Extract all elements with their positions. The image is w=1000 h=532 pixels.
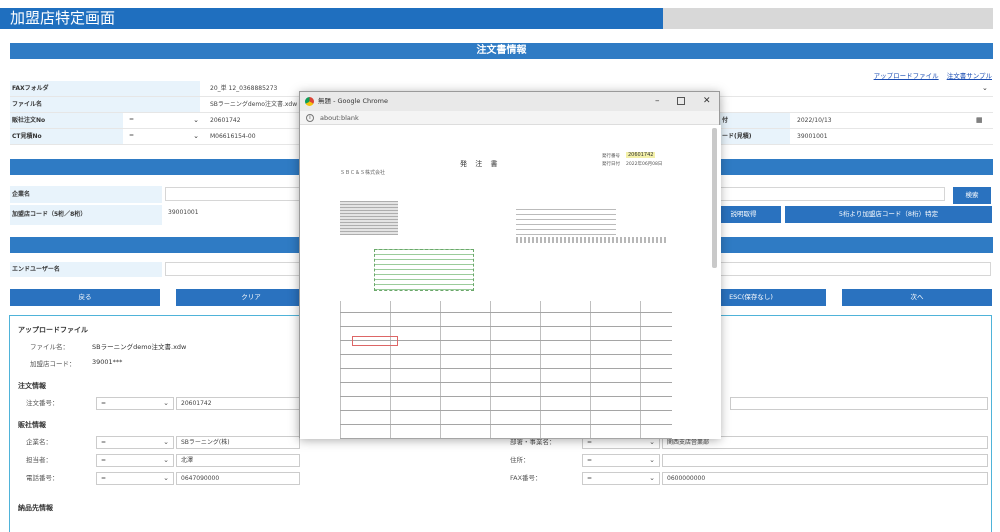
panel-address-input[interactable] xyxy=(662,454,988,467)
fax-document-view: 発 注 書 ＳＢＣ＆Ｓ株式会社 発行番号 20601742 発行日付 2022年… xyxy=(300,125,721,439)
order-info-heading: 注文情報 xyxy=(18,382,46,390)
chevron-down-icon: ⌄ xyxy=(193,116,199,124)
back-button[interactable]: 戻る xyxy=(10,289,160,306)
store-code-label: 加盟店コード（5桁／8桁） xyxy=(10,205,162,225)
stamp-block xyxy=(340,201,398,235)
panel-file-name-value: SBラーニングdemo注文書.xdw xyxy=(92,343,187,351)
code-value: 39001001 xyxy=(797,133,828,140)
identify-store-code-button[interactable]: 5桁より加盟店コード（8桁）特定 xyxy=(785,206,992,223)
panel-order-no-label: 注文番号： xyxy=(26,399,59,407)
top-links: アップロードファイル 注文書サンプル xyxy=(868,70,992,80)
panel-company-operator[interactable]: = ⌄ xyxy=(96,436,174,449)
panel-address-operator-value: = xyxy=(587,457,593,464)
panel-fax-operator-value: = xyxy=(587,475,593,482)
doc-date-label: 発行日付 xyxy=(602,162,620,167)
panel-address-label: 住所： xyxy=(510,456,530,464)
chrome-logo-icon xyxy=(305,97,314,106)
text-line-block xyxy=(516,237,666,243)
chevron-down-icon: ⌄ xyxy=(163,438,169,446)
panel-company-operator-value: = xyxy=(101,439,107,446)
panel-order-no-input[interactable]: 20601742 xyxy=(176,397,300,410)
panel-address-operator[interactable]: = ⌄ xyxy=(582,454,660,467)
fax-folder-value: 20_単 12_0368885273 xyxy=(210,85,278,92)
order-no-label: 販社注文No xyxy=(10,113,123,128)
info-icon[interactable]: i xyxy=(306,114,314,122)
delivery-info-heading: 納品先情報 xyxy=(18,504,53,512)
next-button[interactable]: 次へ xyxy=(842,289,992,306)
panel-fax-label: FAX番号： xyxy=(510,474,542,482)
panel-person-operator-value: = xyxy=(101,457,107,464)
search-button[interactable]: 検索 xyxy=(953,187,991,204)
chevron-down-icon: ⌄ xyxy=(163,399,169,407)
file-name-label: ファイル名 xyxy=(10,97,200,112)
ct-no-value: M06616154-00 xyxy=(210,133,256,140)
panel-phone-operator-value: = xyxy=(101,475,107,482)
date-value: 2022/10/13 xyxy=(797,117,832,124)
title-filler xyxy=(663,8,993,29)
doc-company: ＳＢＣ＆Ｓ株式会社 xyxy=(340,170,386,176)
chevron-down-icon: ⌄ xyxy=(649,474,655,482)
code-label: ード(見積) xyxy=(720,129,790,144)
address-block xyxy=(516,205,616,235)
chevron-down-icon: ⌄ xyxy=(649,456,655,464)
panel-store-code-label: 加盟店コード： xyxy=(30,360,76,368)
order-no-operator-value: = xyxy=(129,116,135,123)
order-sample-link[interactable]: 注文書サンプル xyxy=(947,72,992,80)
popup-title-bar[interactable]: 無題 - Google Chrome – ✕ xyxy=(300,92,719,111)
date-label: 付 xyxy=(720,113,790,128)
red-stamp xyxy=(352,336,398,346)
panel-fax-input[interactable]: 0600000000 xyxy=(662,472,988,485)
chevron-down-icon: ⌄ xyxy=(163,474,169,482)
panel-person-operator[interactable]: = ⌄ xyxy=(96,454,174,467)
popup-address-bar[interactable]: i about:blank xyxy=(300,111,719,125)
order-table-scan xyxy=(340,301,672,439)
green-stamp-block xyxy=(374,249,474,291)
ct-no-label: CT見積No xyxy=(10,129,123,144)
fax-folder-label: FAXフォルダ xyxy=(10,81,200,96)
chrome-popup-window[interactable]: 無題 - Google Chrome – ✕ i about:blank 発 注… xyxy=(299,91,721,439)
order-no-operator-select[interactable]: = ⌄ xyxy=(125,113,203,127)
panel-phone-input[interactable]: 0647090000 xyxy=(176,472,300,485)
chevron-down-icon: ⌄ xyxy=(163,456,169,464)
chevron-down-icon: ⌄ xyxy=(193,132,199,140)
panel-dept-operator-value: = xyxy=(587,439,593,446)
minimize-icon[interactable]: – xyxy=(655,92,660,111)
calendar-icon[interactable]: ▦ xyxy=(976,113,983,128)
panel-order-no-operator-value: = xyxy=(101,400,107,407)
popup-scrollbar[interactable] xyxy=(712,128,717,268)
enduser-label: エンドユーザー名 xyxy=(10,262,162,277)
company-label: 企業名 xyxy=(10,186,162,203)
panel-company-label: 企業名： xyxy=(26,438,52,446)
upload-file-link[interactable]: アップロードファイル xyxy=(874,72,939,80)
popup-title: 無題 - Google Chrome xyxy=(318,97,388,105)
dealer-info-heading: 販社情報 xyxy=(18,421,46,429)
upload-heading: アップロードファイル xyxy=(18,326,88,334)
panel-person-label: 担当者： xyxy=(26,456,52,464)
fax-folder-chevron-icon[interactable]: ⌄ xyxy=(982,81,988,96)
panel-order-no-operator[interactable]: = ⌄ xyxy=(96,397,174,410)
panel-person-input[interactable]: 北澤 xyxy=(176,454,300,467)
panel-file-name-label: ファイル名： xyxy=(30,343,69,351)
panel-store-code-value: 39001*** xyxy=(92,358,123,366)
ct-no-operator-select[interactable]: = ⌄ xyxy=(125,129,203,143)
doc-number-label: 発行番号 xyxy=(602,154,620,159)
order-no-value: 20601742 xyxy=(210,117,241,124)
panel-company-input[interactable]: SBラーニング(株) xyxy=(176,436,300,449)
maximize-icon[interactable] xyxy=(677,97,685,105)
doc-title: 発 注 書 xyxy=(460,160,501,168)
popup-url: about:blank xyxy=(320,114,359,122)
panel-phone-label: 電話番号： xyxy=(26,474,59,482)
file-name-value: SBラーニングdemo注文書.xdw xyxy=(210,101,298,108)
page-title: 加盟店特定画面 xyxy=(0,8,663,29)
section-order-header: 注文書情報 xyxy=(10,43,993,59)
panel-phone-operator[interactable]: = ⌄ xyxy=(96,472,174,485)
panel-order-no-extra-input[interactable] xyxy=(730,397,988,410)
panel-fax-operator[interactable]: = ⌄ xyxy=(582,472,660,485)
close-icon[interactable]: ✕ xyxy=(703,92,711,111)
store-code-value: 39001001 xyxy=(168,209,199,216)
doc-number: 20601742 xyxy=(626,152,656,158)
doc-date: 2022年06月08日 xyxy=(626,162,663,167)
ct-no-operator-value: = xyxy=(129,132,135,139)
